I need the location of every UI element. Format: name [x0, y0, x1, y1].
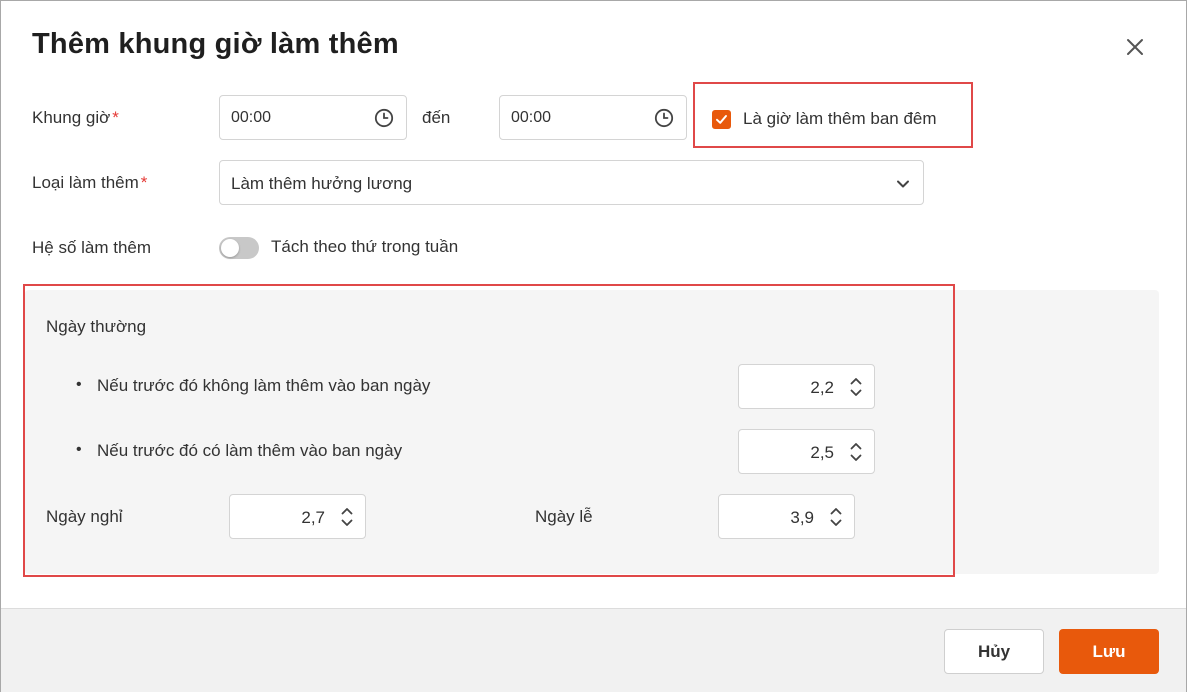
overtime-type-select[interactable]: Làm thêm hưởng lương: [219, 160, 924, 205]
required-mark: *: [112, 108, 119, 127]
required-mark: *: [140, 173, 148, 192]
toggle-knob: [221, 239, 239, 257]
dialog-title: Thêm khung giờ làm thêm: [32, 28, 399, 60]
spinner-arrows-icon[interactable]: [849, 441, 863, 463]
overtime-type-value: Làm thêm hưởng lương: [231, 174, 413, 193]
time-to-input[interactable]: 00:00: [499, 95, 687, 140]
split-by-weekday-toggle[interactable]: [219, 237, 259, 259]
dayoff-coefficient-input[interactable]: 2,7: [229, 494, 366, 539]
cancel-button[interactable]: Hủy: [944, 629, 1044, 674]
coefficient-label: Hệ số làm thêm: [32, 238, 152, 257]
close-icon[interactable]: [1123, 35, 1147, 59]
holiday-coefficient-input[interactable]: 3,9: [718, 494, 855, 539]
overtime-dialog: Thêm khung giờ làm thêm Khung giờ * 00:00…: [0, 0, 1187, 692]
chevron-down-icon[interactable]: [895, 176, 911, 192]
night-overtime-label[interactable]: Là giờ làm thêm ban đêm: [743, 109, 937, 129]
check-icon: [716, 115, 727, 124]
save-button[interactable]: Lưu: [1059, 629, 1159, 674]
spinner-arrows-icon[interactable]: [829, 506, 843, 528]
no-daytime-label: Nếu trước đó không làm thêm vào ban ngày: [97, 376, 431, 395]
weekday-heading: Ngày thường: [46, 317, 147, 336]
no-daytime-value: 2,2: [810, 378, 834, 397]
night-overtime-highlight: Là giờ làm thêm ban đêm: [693, 82, 973, 148]
spinner-arrows-icon[interactable]: [340, 506, 354, 528]
spinner-arrows-icon[interactable]: [849, 376, 863, 398]
holiday-label: Ngày lễ: [535, 507, 593, 526]
time-from-input[interactable]: 00:00: [219, 95, 407, 140]
time-separator: đến: [422, 108, 451, 127]
clock-icon[interactable]: [654, 108, 674, 128]
holiday-value: 3,9: [790, 508, 814, 527]
night-overtime-checkbox[interactable]: [712, 110, 731, 129]
clock-icon[interactable]: [374, 108, 394, 128]
time-range-label: Khung giờ *: [32, 108, 119, 127]
time-from-value: 00:00: [231, 109, 272, 126]
time-to-value: 00:00: [511, 109, 552, 126]
dayoff-value: 2,7: [301, 508, 325, 527]
overtime-type-label: Loại làm thêm *: [32, 173, 148, 192]
split-by-weekday-label: Tách theo thứ trong tuần: [271, 237, 459, 256]
with-daytime-value: 2,5: [810, 443, 834, 462]
bullet-dot: •: [76, 376, 82, 393]
with-daytime-label: Nếu trước đó có làm thêm vào ban ngày: [97, 441, 403, 460]
dayoff-label: Ngày nghỉ: [46, 507, 123, 526]
no-daytime-coefficient-input[interactable]: 2,2: [738, 364, 875, 409]
bullet-dot: •: [76, 441, 82, 458]
with-daytime-coefficient-input[interactable]: 2,5: [738, 429, 875, 474]
